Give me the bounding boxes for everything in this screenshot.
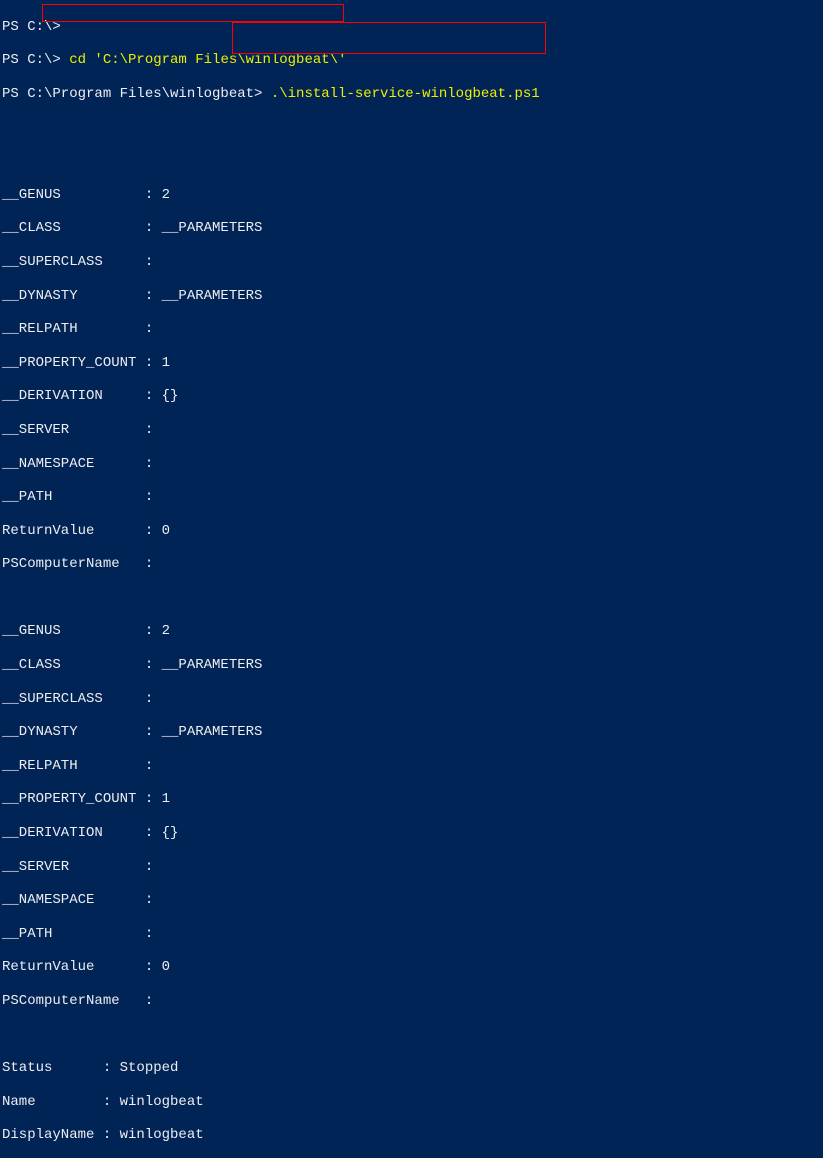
output-line: __GENUS : 2 — [2, 623, 821, 640]
output-line: __RELPATH : — [2, 758, 821, 775]
blank-line — [2, 120, 821, 137]
output-line: __GENUS : 2 — [2, 187, 821, 204]
output-line: __PROPERTY_COUNT : 1 — [2, 355, 821, 372]
output-line: __CLASS : __PARAMETERS — [2, 657, 821, 674]
output-line: __SUPERCLASS : — [2, 254, 821, 271]
blank-line — [2, 590, 821, 607]
powershell-terminal[interactable]: PS C:\> PS C:\> cd 'C:\Program Files\win… — [2, 2, 821, 1158]
output-line: PSComputerName : — [2, 993, 821, 1010]
output-line: ReturnValue : 0 — [2, 523, 821, 540]
command-line: PS C:\Program Files\winlogbeat> .\instal… — [2, 86, 821, 103]
output-line: __NAMESPACE : — [2, 892, 821, 909]
output-line: __SUPERCLASS : — [2, 691, 821, 708]
output-line: PS C:\> — [2, 19, 821, 36]
output-line: Status : Stopped — [2, 1060, 821, 1077]
command-install: .\install-service-winlogbeat.ps1 — [271, 86, 540, 102]
output-line: __PATH : — [2, 489, 821, 506]
output-line: __PROPERTY_COUNT : 1 — [2, 791, 821, 808]
output-line: PSComputerName : — [2, 556, 821, 573]
prompt: PS C:\> — [2, 52, 69, 68]
output-line: __RELPATH : — [2, 321, 821, 338]
output-line: __NAMESPACE : — [2, 456, 821, 473]
prompt: PS C:\Program Files\winlogbeat> — [2, 86, 271, 102]
output-line: __DYNASTY : __PARAMETERS — [2, 288, 821, 305]
command-cd: cd 'C:\Program Files\winlogbeat\' — [69, 52, 346, 68]
command-line: PS C:\> cd 'C:\Program Files\winlogbeat\… — [2, 52, 821, 69]
output-line: DisplayName : winlogbeat — [2, 1127, 821, 1144]
output-line: __PATH : — [2, 926, 821, 943]
output-line: __SERVER : — [2, 859, 821, 876]
output-line: __CLASS : __PARAMETERS — [2, 220, 821, 237]
output-line: __DERIVATION : {} — [2, 388, 821, 405]
output-line: __DYNASTY : __PARAMETERS — [2, 724, 821, 741]
output-line: __DERIVATION : {} — [2, 825, 821, 842]
output-line: ReturnValue : 0 — [2, 959, 821, 976]
output-line: __SERVER : — [2, 422, 821, 439]
blank-line — [2, 153, 821, 170]
blank-line — [2, 1027, 821, 1044]
output-line: Name : winlogbeat — [2, 1094, 821, 1111]
